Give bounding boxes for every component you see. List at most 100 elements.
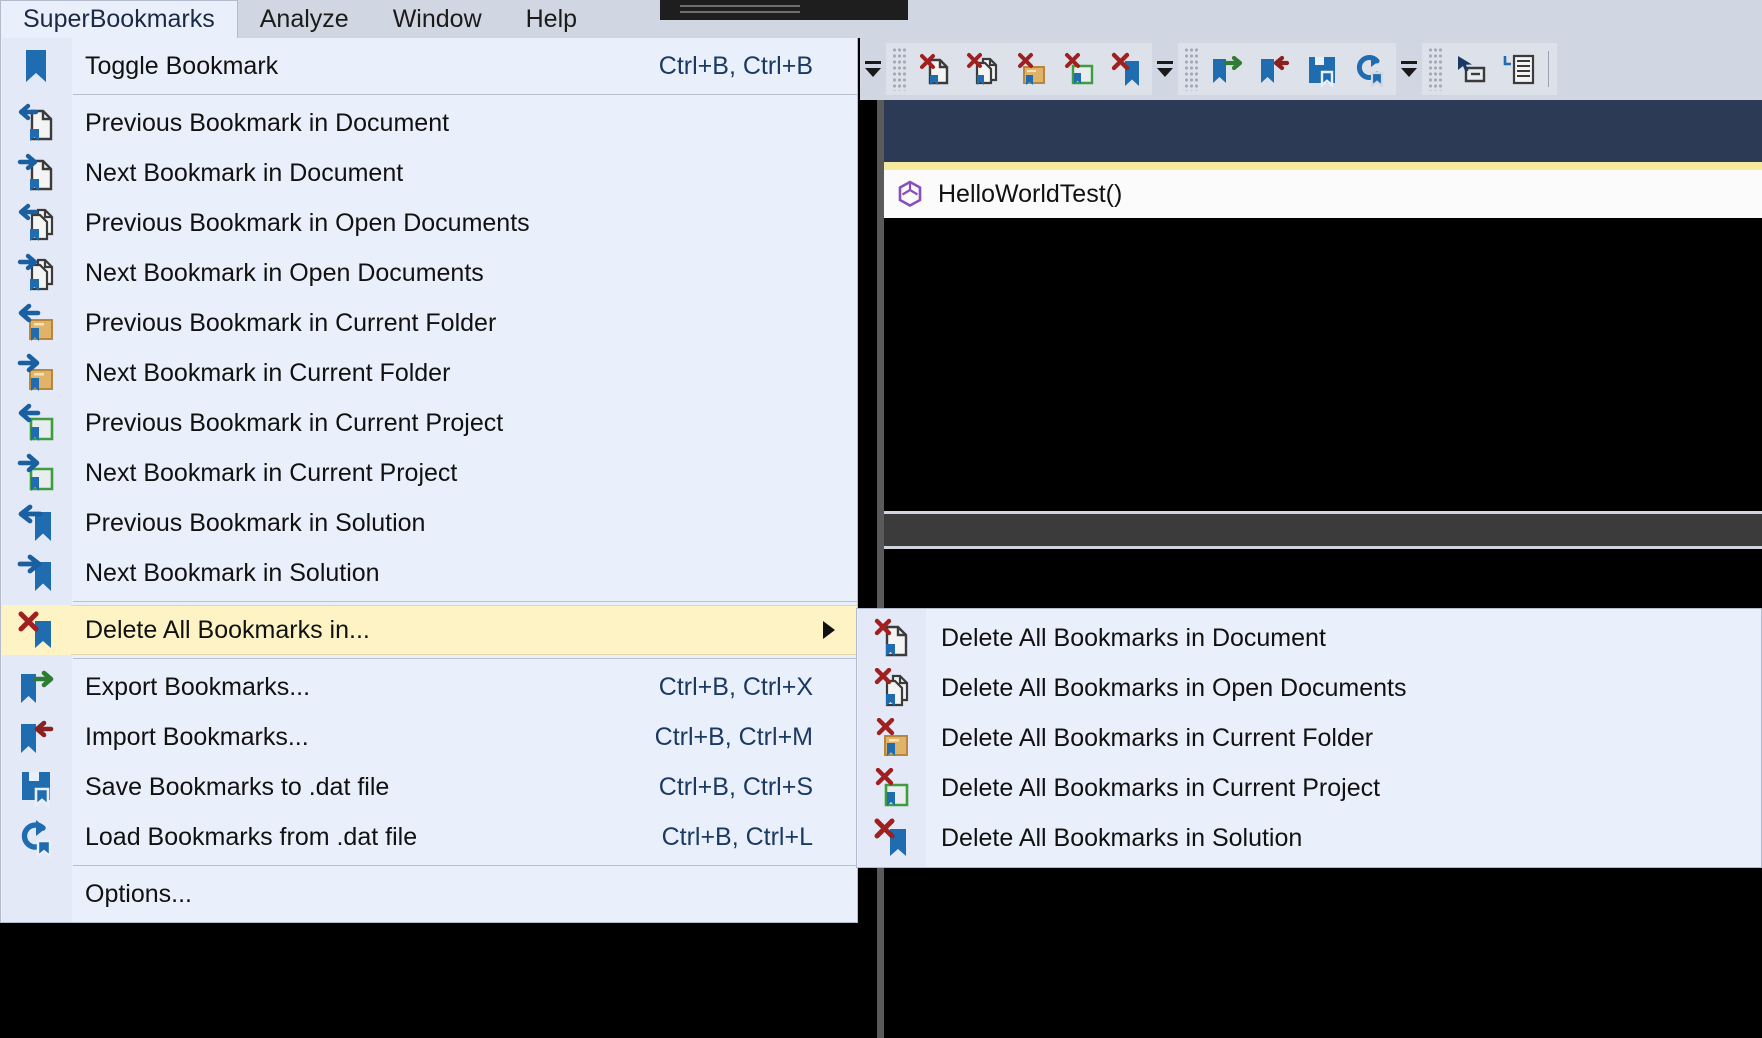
submenu-item-delete-all-bookmarks-in-current-project[interactable]: Delete All Bookmarks in Current Project bbox=[857, 763, 1761, 813]
title-bar-dark-strip bbox=[660, 0, 908, 20]
toolbar-export-bookmarks-button[interactable] bbox=[1202, 45, 1250, 93]
delete-all-bookmarks-submenu: Delete All Bookmarks in Document Delete … bbox=[856, 608, 1762, 868]
menu-item-options[interactable]: Options... bbox=[1, 869, 857, 919]
menu-item-accelerator: Ctrl+B, Ctrl+M bbox=[654, 722, 813, 751]
menu-item-previous-bookmark-in-document[interactable]: Previous Bookmark in Document bbox=[1, 98, 857, 148]
menu-item-label: Import Bookmarks... bbox=[85, 722, 309, 751]
menu-item-label: Toggle Bookmark bbox=[85, 51, 279, 80]
toolbar-group-misc bbox=[1422, 43, 1557, 95]
toolbar-delete-bookmarks-solution-button[interactable] bbox=[1102, 45, 1150, 93]
next-bookmark-document-icon bbox=[1, 148, 71, 198]
menu-item-next-bookmark-in-solution[interactable]: Next Bookmark in Solution bbox=[1, 548, 857, 598]
menu-item-previous-bookmark-in-current-folder[interactable]: Previous Bookmark in Current Folder bbox=[1, 298, 857, 348]
toolbar-delete-bookmarks-folder-button[interactable] bbox=[1006, 45, 1054, 93]
menubar-item-help[interactable]: Help bbox=[503, 0, 600, 38]
editor-member-row[interactable]: HelloWorldTest() bbox=[884, 170, 1762, 218]
menu-item-import-bookmarks[interactable]: Import Bookmarks... Ctrl+B, Ctrl+M bbox=[1, 712, 857, 762]
panel-divider-bottom bbox=[884, 546, 1762, 549]
submenu-item-label: Delete All Bookmarks in Current Project bbox=[941, 773, 1381, 802]
menu-separator bbox=[73, 658, 857, 659]
toolbar-save-bookmarks-button[interactable] bbox=[1298, 45, 1346, 93]
menubar-item-analyze[interactable]: Analyze bbox=[237, 0, 371, 38]
delete-bookmarks-document-icon bbox=[857, 613, 925, 663]
submenu-item-label: Delete All Bookmarks in Solution bbox=[941, 823, 1303, 852]
delete-bookmarks-open-documents-icon bbox=[857, 663, 925, 713]
toolbar-overflow-button-2[interactable] bbox=[1152, 43, 1178, 95]
menu-item-next-bookmark-in-current-project[interactable]: Next Bookmark in Current Project bbox=[1, 448, 857, 498]
menu-item-accelerator: Ctrl+B, Ctrl+X bbox=[658, 672, 813, 701]
panel-header-band bbox=[884, 514, 1762, 546]
menubar-item-label: Analyze bbox=[259, 4, 349, 33]
menu-item-label: Export Bookmarks... bbox=[85, 672, 311, 701]
menu-item-label: Options... bbox=[85, 879, 192, 908]
submenu-item-label: Delete All Bookmarks in Current Folder bbox=[941, 723, 1374, 752]
menu-separator bbox=[73, 865, 857, 866]
menu-item-accelerator: Ctrl+B, Ctrl+B bbox=[658, 51, 813, 80]
menu-bar: SuperBookmarks Analyze Window Help bbox=[0, 0, 600, 38]
menubar-item-window[interactable]: Window bbox=[370, 0, 504, 38]
editor-member-label: HelloWorldTest() bbox=[938, 179, 1123, 208]
menu-separator bbox=[73, 94, 857, 95]
prev-bookmark-solution-icon bbox=[1, 498, 71, 548]
submenu-item-label: Delete All Bookmarks in Open Documents bbox=[941, 673, 1407, 702]
toolbar-overflow-button-1[interactable] bbox=[860, 43, 886, 95]
menu-item-save-bookmarks-to-dat-file[interactable]: Save Bookmarks to .dat file Ctrl+B, Ctrl… bbox=[1, 762, 857, 812]
menu-item-next-bookmark-in-current-folder[interactable]: Next Bookmark in Current Folder bbox=[1, 348, 857, 398]
load-bookmarks-icon bbox=[1, 812, 71, 862]
submenu-item-delete-all-bookmarks-in-open-documents[interactable]: Delete All Bookmarks in Open Documents bbox=[857, 663, 1761, 713]
menu-item-export-bookmarks[interactable]: Export Bookmarks... Ctrl+B, Ctrl+X bbox=[1, 662, 857, 712]
menu-item-accelerator: Ctrl+B, Ctrl+S bbox=[658, 772, 813, 801]
toolbar-grip-1[interactable] bbox=[892, 47, 906, 91]
menu-item-label: Load Bookmarks from .dat file bbox=[85, 822, 418, 851]
delete-bookmarks-solution-icon bbox=[857, 813, 925, 863]
toolbar-delete-bookmarks-document-button[interactable] bbox=[910, 45, 958, 93]
menu-item-label: Next Bookmark in Current Folder bbox=[85, 358, 451, 387]
menu-item-previous-bookmark-in-solution[interactable]: Previous Bookmark in Solution bbox=[1, 498, 857, 548]
submenu-item-delete-all-bookmarks-in-document[interactable]: Delete All Bookmarks in Document bbox=[857, 613, 1761, 663]
prev-bookmark-folder-icon bbox=[1, 298, 71, 348]
toolbar-group-io bbox=[1178, 43, 1396, 95]
toolbar-delete-bookmarks-project-button[interactable] bbox=[1054, 45, 1102, 93]
menu-item-accelerator: Ctrl+B, Ctrl+L bbox=[661, 822, 813, 851]
menu-item-label: Delete All Bookmarks in... bbox=[85, 615, 370, 644]
submenu-item-delete-all-bookmarks-in-current-folder[interactable]: Delete All Bookmarks in Current Folder bbox=[857, 713, 1761, 763]
toolbar-grip-3[interactable] bbox=[1428, 47, 1442, 91]
editor-header-band bbox=[884, 100, 1762, 162]
toolbar-group-delete bbox=[886, 43, 1152, 95]
toolbar-separator bbox=[1548, 51, 1549, 87]
toolbar-import-bookmarks-button[interactable] bbox=[1250, 45, 1298, 93]
next-bookmark-open-documents-icon bbox=[1, 248, 71, 298]
menu-item-next-bookmark-in-open-documents[interactable]: Next Bookmark in Open Documents bbox=[1, 248, 857, 298]
toolbar-indent-list-button[interactable] bbox=[1494, 45, 1542, 93]
editor-yellow-rule bbox=[884, 162, 1762, 170]
menu-item-label: Previous Bookmark in Document bbox=[85, 108, 450, 137]
menubar-item-label: SuperBookmarks bbox=[23, 5, 215, 33]
menu-separator bbox=[73, 601, 857, 602]
menubar-item-superbookmarks[interactable]: SuperBookmarks bbox=[0, 0, 238, 38]
toolbar-grip-2[interactable] bbox=[1184, 47, 1198, 91]
submenu-item-label: Delete All Bookmarks in Document bbox=[941, 623, 1326, 652]
submenu-item-delete-all-bookmarks-in-solution[interactable]: Delete All Bookmarks in Solution bbox=[857, 813, 1761, 863]
superbookmarks-dropdown-menu: Toggle Bookmark Ctrl+B, Ctrl+B Previous … bbox=[0, 38, 858, 923]
toolbar-overflow-button-3[interactable] bbox=[1396, 43, 1422, 95]
menu-item-delete-all-bookmarks-in[interactable]: Delete All Bookmarks in... bbox=[1, 605, 857, 655]
menu-item-label: Previous Bookmark in Solution bbox=[85, 508, 426, 537]
toolbar-load-bookmarks-button[interactable] bbox=[1346, 45, 1394, 93]
menu-item-label: Previous Bookmark in Current Folder bbox=[85, 308, 497, 337]
menu-item-previous-bookmark-in-current-project[interactable]: Previous Bookmark in Current Project bbox=[1, 398, 857, 448]
next-bookmark-project-icon bbox=[1, 448, 71, 498]
prev-bookmark-open-documents-icon bbox=[1, 198, 71, 248]
submenu-arrow-icon bbox=[823, 621, 835, 639]
menu-item-previous-bookmark-in-open-documents[interactable]: Previous Bookmark in Open Documents bbox=[1, 198, 857, 248]
toolbar-rename-button[interactable] bbox=[1446, 45, 1494, 93]
menu-item-toggle-bookmark[interactable]: Toggle Bookmark Ctrl+B, Ctrl+B bbox=[1, 41, 857, 91]
import-bookmarks-icon bbox=[1, 712, 71, 762]
menu-item-next-bookmark-in-document[interactable]: Next Bookmark in Document bbox=[1, 148, 857, 198]
menu-item-load-bookmarks-from-dat-file[interactable]: Load Bookmarks from .dat file Ctrl+B, Ct… bbox=[1, 812, 857, 862]
editor-body bbox=[884, 218, 1762, 512]
menu-item-label: Previous Bookmark in Current Project bbox=[85, 408, 504, 437]
superbookmarks-toolbar bbox=[860, 38, 1762, 100]
menubar-item-label: Help bbox=[525, 4, 578, 33]
menu-item-label: Previous Bookmark in Open Documents bbox=[85, 208, 530, 237]
toolbar-delete-bookmarks-open-documents-button[interactable] bbox=[958, 45, 1006, 93]
